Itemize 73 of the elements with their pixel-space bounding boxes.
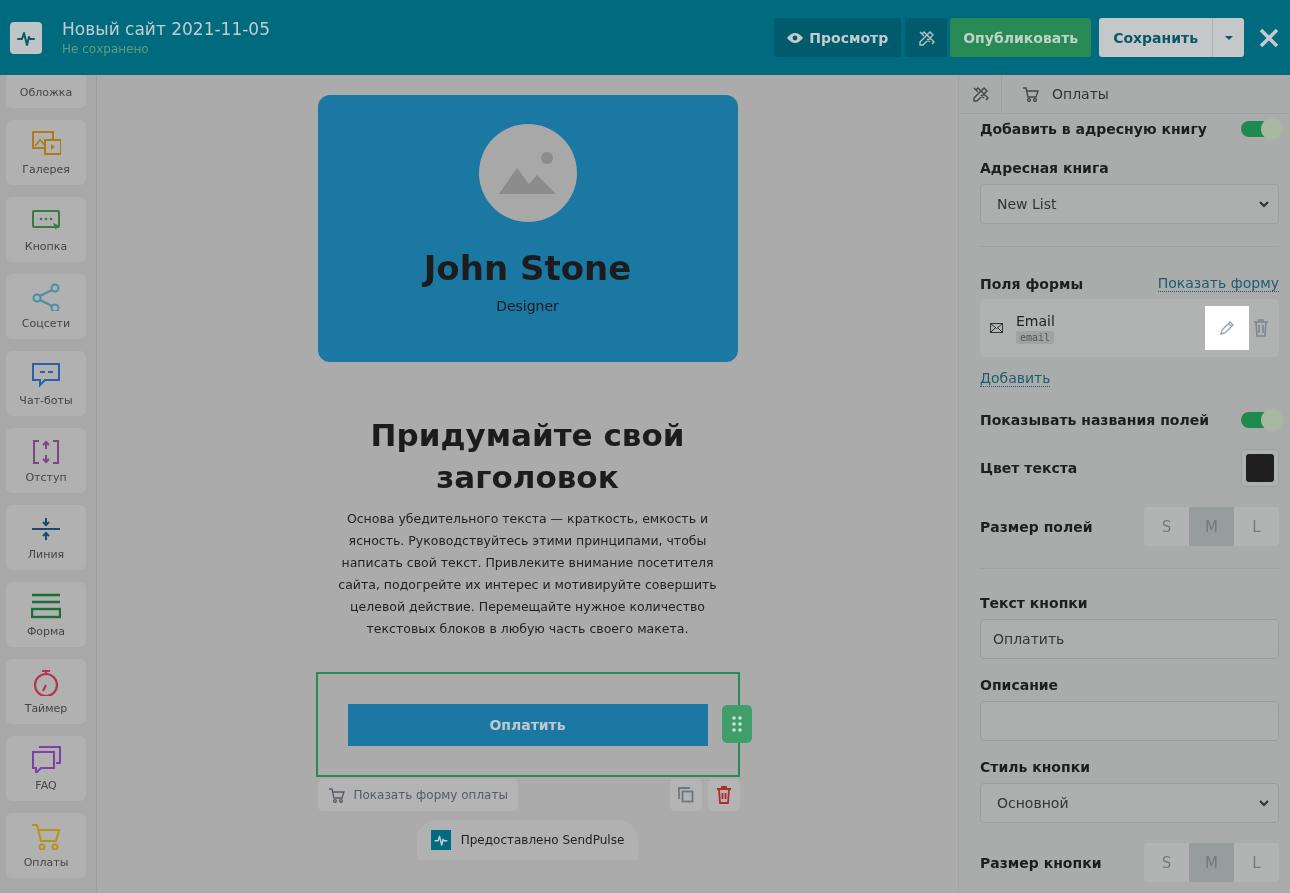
setting-label: Размер кнопки xyxy=(980,854,1102,871)
pictures-icon xyxy=(31,129,61,157)
body-text: Основа убедительного текста — краткость, емкость и ясность. Руководствуйтесь этими принципами, чтобы написать свой текст. Привлеките внимание посетителя сайта, подогрейте их интерес и мотивируйте совершить целевой действие. Перемещайте нужное количество текстовых блоков в любую часть своего макета. xyxy=(337,510,718,638)
block-type-item[interactable]: Обложка xyxy=(6,75,86,108)
cart-icon xyxy=(1022,86,1040,102)
save-button[interactable]: Сохранить xyxy=(1099,18,1212,57)
heading: Придумайте свой заголовок xyxy=(369,416,686,497)
block-type-item[interactable]: Форма xyxy=(6,582,86,647)
profile-role: Designer xyxy=(496,298,559,314)
block-type-item[interactable]: Линия xyxy=(6,505,86,570)
profile-name: John Stone xyxy=(423,248,632,288)
publish-button[interactable]: Опубликовать xyxy=(950,18,1092,57)
chevron-down-icon xyxy=(1258,200,1270,208)
edit-button[interactable] xyxy=(1205,306,1249,350)
setting-label: Размер полей xyxy=(980,518,1093,535)
stopwatch-icon xyxy=(31,668,61,696)
setting-label: Описание xyxy=(980,677,1060,693)
show-form-link[interactable]: Показать форму xyxy=(1157,275,1279,292)
field-key-tag: email xyxy=(1016,330,1055,344)
form-bars-icon xyxy=(31,591,61,619)
save-options-button[interactable] xyxy=(1212,18,1244,57)
setting-label: Поля формы xyxy=(980,275,1084,292)
selected-block[interactable]: Оплатить xyxy=(315,672,740,777)
chevron-down-icon xyxy=(1258,799,1270,807)
question-bubbles-icon xyxy=(31,745,61,773)
share-icon xyxy=(31,283,61,311)
copy-icon xyxy=(677,787,694,803)
color-swatch[interactable] xyxy=(1241,449,1279,487)
block-type-item[interactable]: Чат-боты xyxy=(6,351,86,416)
design-tools-button[interactable] xyxy=(905,18,948,57)
block-type-item[interactable]: Таймер xyxy=(6,659,86,724)
text-input-field[interactable]: Оплатить xyxy=(980,619,1279,659)
select-field[interactable]: Основной xyxy=(980,783,1279,823)
cart-icon xyxy=(31,822,61,850)
setting-label: Текст кнопки xyxy=(980,595,1089,611)
pencil-icon xyxy=(1219,320,1235,336)
logo-icon xyxy=(10,21,42,54)
vertical-arrows-icon xyxy=(31,437,61,465)
block-type-item[interactable]: Соцсети xyxy=(6,274,86,339)
site-title: Новый сайт 2021-11-05 xyxy=(62,19,271,39)
pay-button[interactable]: Оплатить xyxy=(347,703,708,746)
cart-icon xyxy=(327,787,346,803)
setting-label: Добавить в адресную книгу xyxy=(980,121,1207,137)
drag-handle[interactable] xyxy=(721,705,752,743)
logo-icon xyxy=(430,830,451,850)
setting-label: Стиль кнопки xyxy=(980,759,1091,775)
credit-badge[interactable]: Предоставлено SendPulse xyxy=(416,820,639,860)
duplicate-button[interactable] xyxy=(669,779,702,811)
field-name: Email xyxy=(1016,312,1056,329)
block-type-item[interactable]: Галерея xyxy=(6,120,86,185)
trash-icon[interactable] xyxy=(1253,319,1269,337)
trash-icon xyxy=(715,786,732,804)
preview-button[interactable]: Просмотр xyxy=(774,18,902,57)
block-type-item[interactable]: Оплаты xyxy=(6,813,86,878)
eye-icon xyxy=(787,31,804,44)
setting-label: Показывать названия полей xyxy=(980,412,1209,428)
envelope-icon xyxy=(990,323,1003,333)
breadcrumb-item[interactable]: Оплаты xyxy=(1022,86,1109,102)
chat-icon xyxy=(31,360,61,388)
delete-button[interactable] xyxy=(707,779,740,811)
caret-icon xyxy=(1223,34,1234,41)
show-payment-form-button[interactable]: Показать форму оплаты xyxy=(317,779,518,811)
select-field[interactable]: New List xyxy=(980,184,1279,224)
design-tools-icon[interactable] xyxy=(971,85,989,103)
setting-label: Адресная книга xyxy=(980,160,1110,176)
close-icon[interactable] xyxy=(1258,26,1280,49)
block-type-item[interactable]: FAQ xyxy=(6,736,86,801)
setting-label: Цвет текста xyxy=(980,460,1078,476)
image-placeholder-icon xyxy=(478,124,577,222)
block-type-item[interactable]: Кнопка xyxy=(6,197,86,262)
block-type-item[interactable]: Отступ xyxy=(6,428,86,493)
save-status: Не сохранено xyxy=(62,42,150,56)
add-link[interactable]: Добавить xyxy=(980,370,1051,387)
